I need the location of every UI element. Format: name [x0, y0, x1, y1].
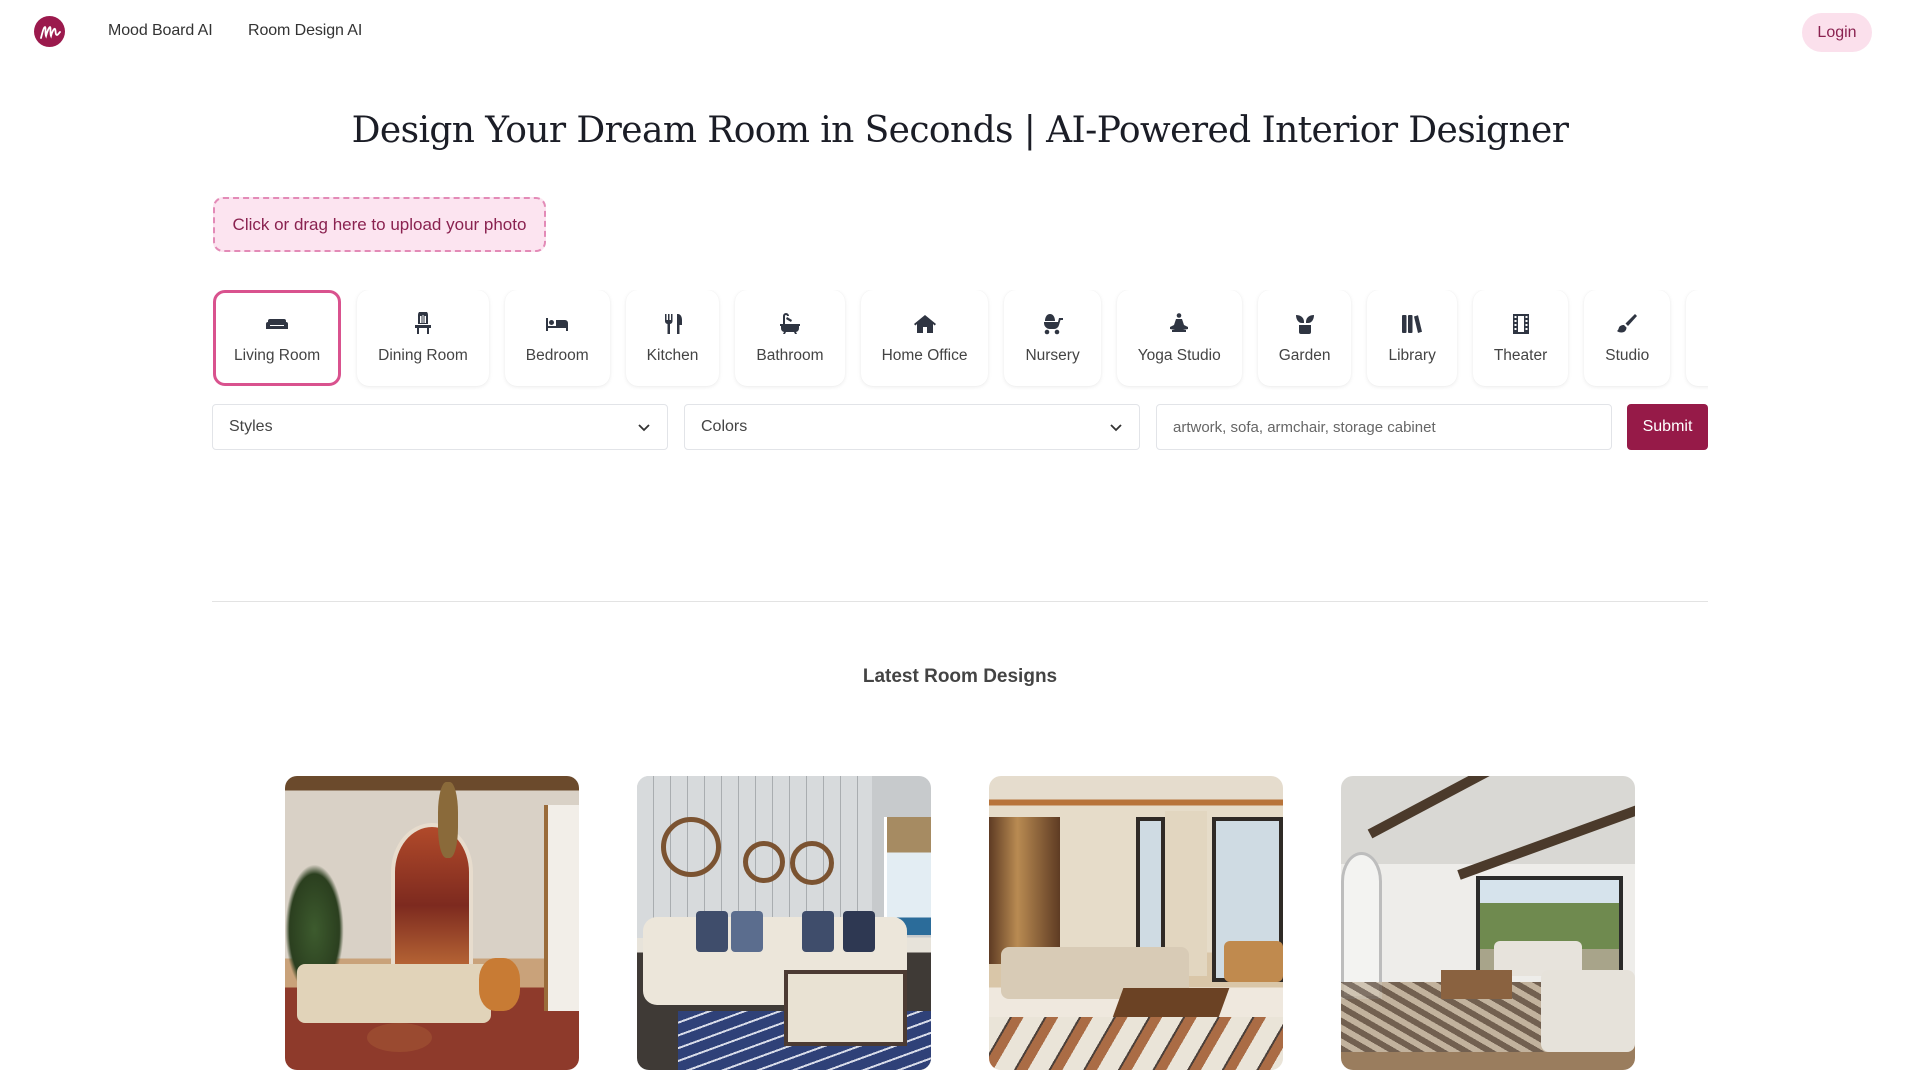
- room-type-library[interactable]: Library: [1367, 290, 1457, 386]
- bathtub-icon: [777, 311, 803, 337]
- room-type-dining-room[interactable]: Dining Room: [357, 290, 489, 386]
- room-type-yoga-studio[interactable]: Yoga Studio: [1116, 290, 1242, 386]
- login-button[interactable]: Login: [1802, 13, 1872, 52]
- photo-upload-dropzone[interactable]: Click or drag here to upload your photo: [213, 197, 546, 252]
- seedling-icon: [1292, 311, 1318, 337]
- meditation-icon: [1166, 311, 1192, 337]
- latest-designs-title: Latest Room Designs: [862, 666, 1058, 687]
- room-type-label: Game Room: [1707, 347, 1708, 365]
- utensils-icon: [660, 311, 686, 337]
- room-type-garden[interactable]: Garden: [1257, 290, 1352, 386]
- bed-icon: [544, 311, 570, 337]
- furniture-items-input[interactable]: [1156, 404, 1612, 450]
- styles-select-value: Styles: [229, 418, 273, 435]
- room-type-label: Garden: [1278, 347, 1331, 364]
- room-type-studio[interactable]: Studio: [1584, 290, 1671, 386]
- room-type-label: Dining Room: [378, 347, 468, 364]
- design-card-moroccan[interactable]: [285, 776, 579, 1070]
- room-type-label: Bathroom: [756, 347, 824, 364]
- upload-label: Click or drag here to upload your photo: [232, 214, 527, 234]
- latest-designs-gallery: [285, 776, 1635, 1070]
- section-divider: [212, 601, 1708, 602]
- nav-link-mood-board[interactable]: Mood Board AI: [108, 22, 213, 40]
- submit-button[interactable]: Submit: [1627, 404, 1708, 450]
- room-type-label: Theater: [1493, 347, 1548, 364]
- house-icon: [912, 311, 938, 337]
- design-card-farmhouse[interactable]: [1341, 776, 1635, 1070]
- room-type-bathroom[interactable]: Bathroom: [735, 290, 845, 386]
- room-type-home-office[interactable]: Home Office: [860, 290, 989, 386]
- page-title: Design Your Dream Room in Seconds | AI-P…: [351, 110, 1569, 151]
- room-type-label: Living Room: [234, 347, 321, 364]
- design-image: [989, 776, 1283, 1070]
- room-type-kitchen[interactable]: Kitchen: [625, 290, 720, 386]
- room-type-label: Kitchen: [646, 347, 699, 364]
- room-type-bedroom[interactable]: Bedroom: [504, 290, 610, 386]
- design-card-nautical[interactable]: [637, 776, 931, 1070]
- room-type-nursery[interactable]: Nursery: [1004, 290, 1101, 386]
- colors-select-value: Colors: [701, 418, 748, 435]
- colors-select[interactable]: Colors: [684, 404, 1140, 450]
- sofa-icon: [264, 311, 290, 337]
- room-type-theater[interactable]: Theater: [1472, 290, 1569, 386]
- navbar: Mood Board AI Room Design AI Login: [0, 0, 1920, 64]
- chair-icon: [410, 311, 436, 337]
- chevron-down-icon: [638, 424, 650, 432]
- design-image: [1341, 776, 1635, 1070]
- film-icon: [1508, 311, 1534, 337]
- baby-carriage-icon: [1040, 311, 1066, 337]
- room-type-label: Home Office: [881, 347, 968, 364]
- styles-select[interactable]: Styles: [212, 404, 668, 450]
- room-type-game-room[interactable]: Game Room: [1686, 290, 1708, 386]
- room-type-label: Yoga Studio: [1137, 347, 1221, 364]
- design-image: [285, 776, 579, 1070]
- room-type-list: Living Room Dining Room Bedroom Kitchen …: [213, 290, 1708, 390]
- room-type-label: Nursery: [1025, 347, 1080, 364]
- logo-icon: [39, 25, 61, 39]
- design-card-art-deco[interactable]: [989, 776, 1283, 1070]
- nav-link-room-design[interactable]: Room Design AI: [248, 22, 362, 40]
- room-type-label: Bedroom: [525, 347, 589, 364]
- logo[interactable]: [34, 16, 65, 47]
- paintbrush-icon: [1614, 311, 1640, 337]
- room-type-label: Studio: [1605, 347, 1650, 364]
- design-image: [637, 776, 931, 1070]
- books-icon: [1399, 311, 1425, 337]
- room-type-label: Library: [1388, 347, 1436, 364]
- chevron-down-icon: [1110, 424, 1122, 432]
- room-type-living-room[interactable]: Living Room: [213, 290, 342, 386]
